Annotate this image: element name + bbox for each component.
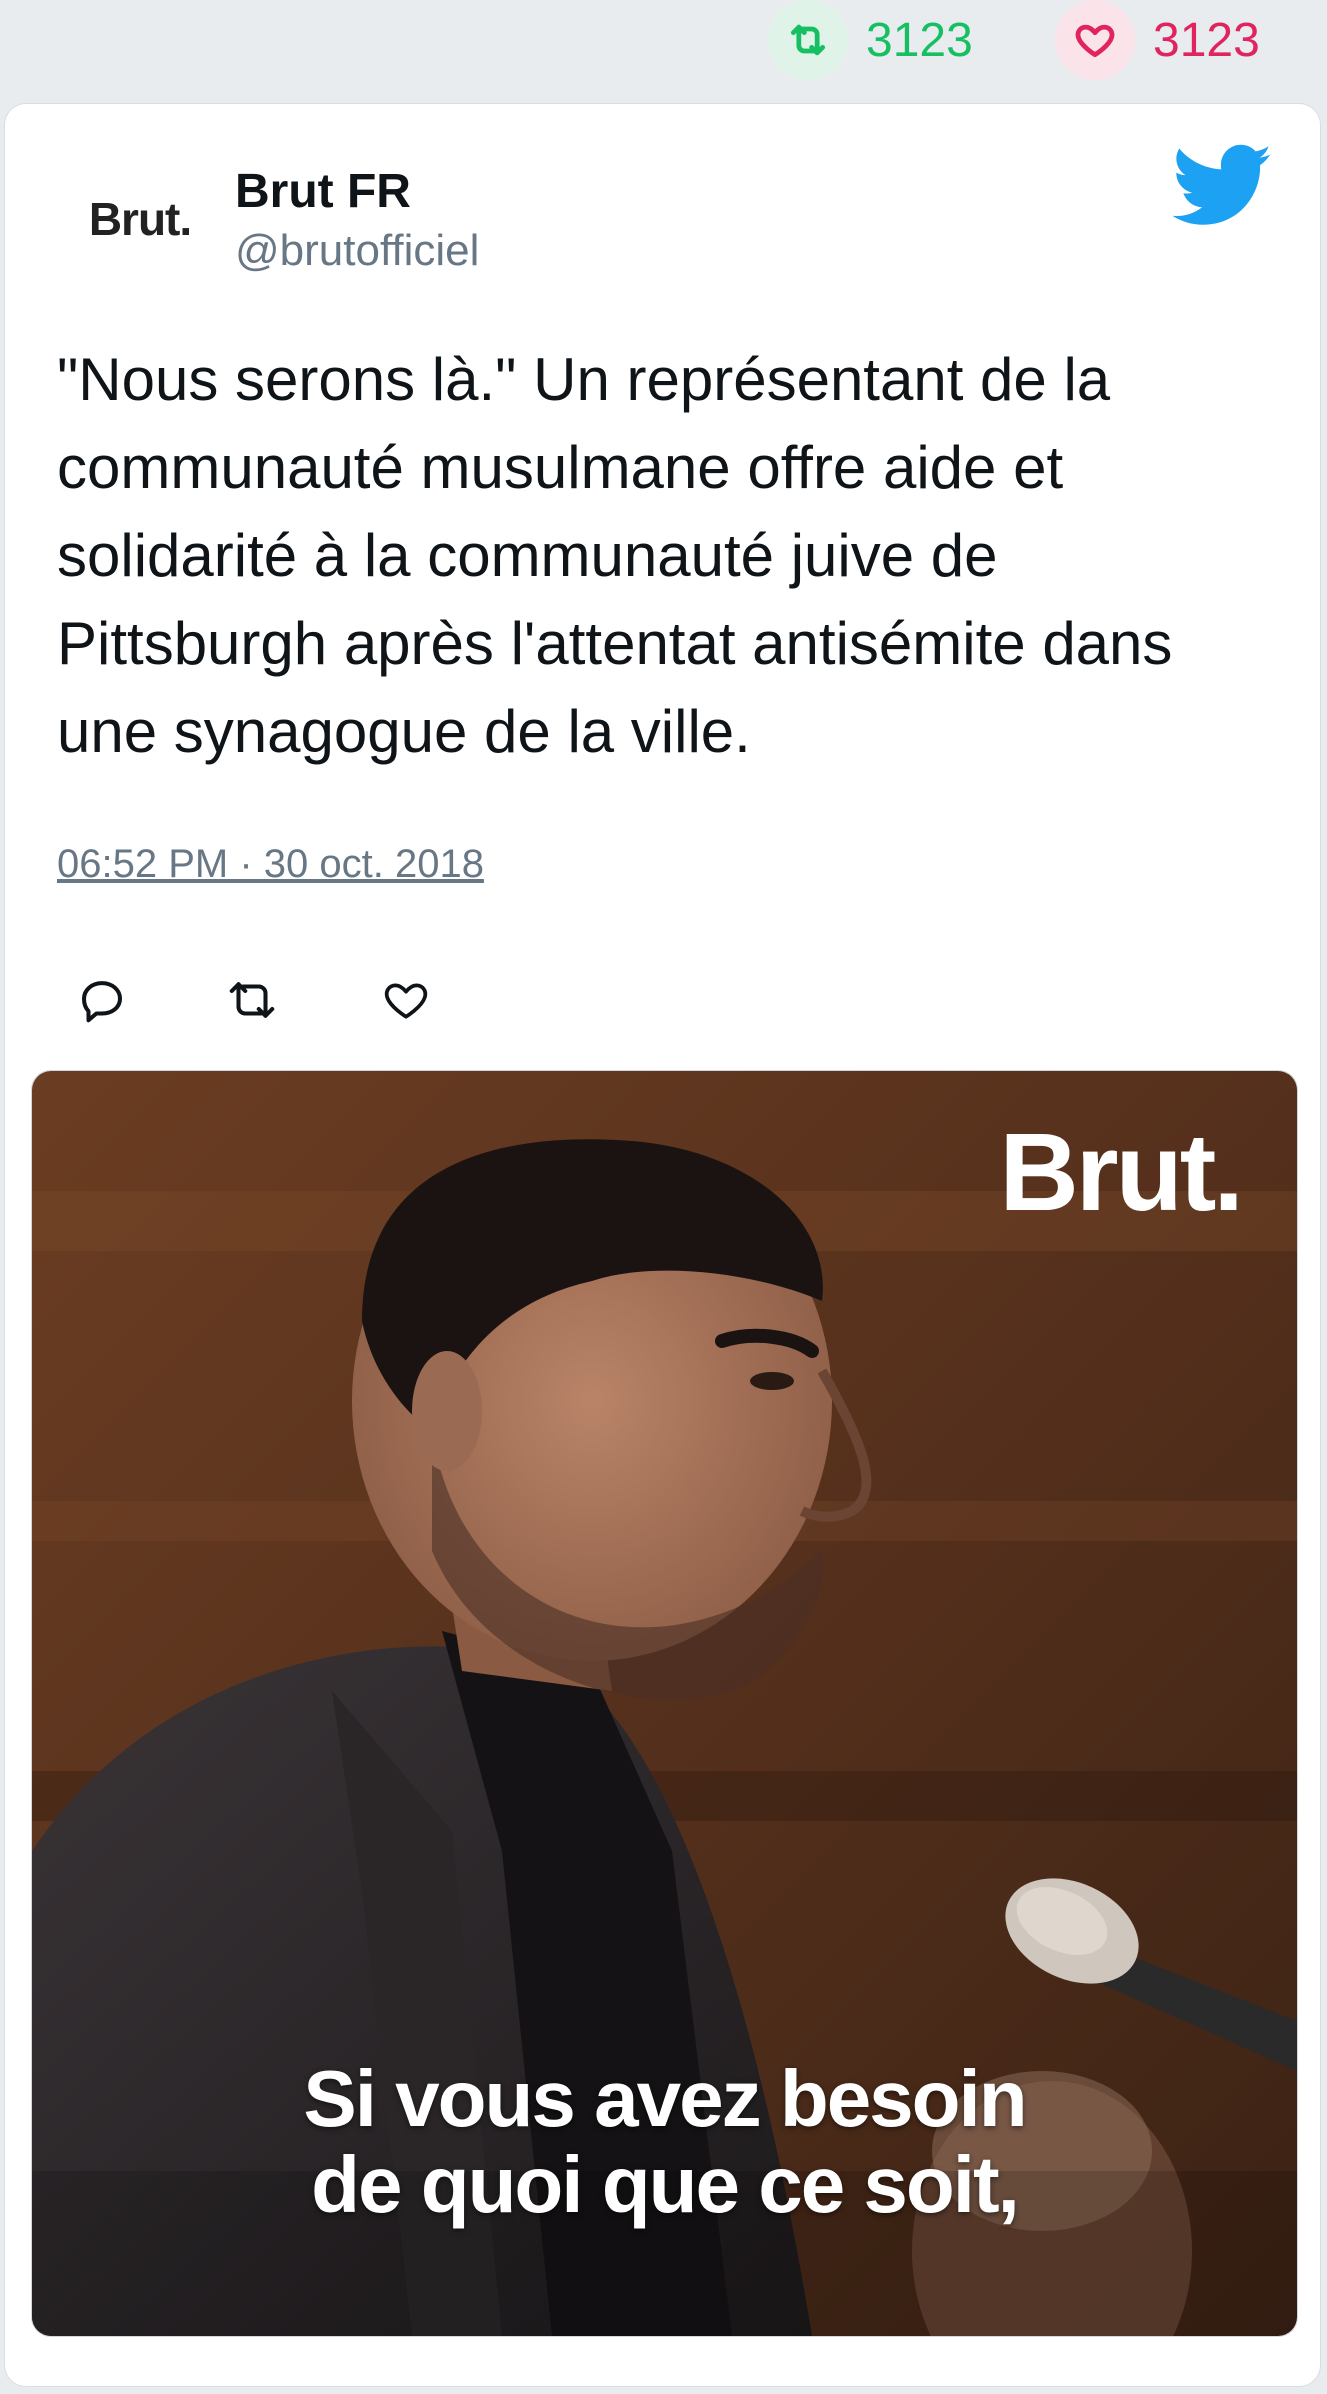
- video-caption-line-1: Si vous avez besoin: [303, 2054, 1027, 2143]
- retweet-button[interactable]: [207, 962, 297, 1042]
- like-button[interactable]: [361, 962, 451, 1042]
- tweet-text: "Nous serons là." Un représentant de la …: [57, 346, 1173, 765]
- user-name[interactable]: Brut FR: [235, 164, 411, 219]
- reply-button[interactable]: [57, 962, 147, 1042]
- avatar[interactable]: Brut.: [55, 154, 225, 284]
- avatar-logo-text: Brut.: [88, 193, 192, 245]
- heart-icon: [1055, 0, 1135, 80]
- twitter-bird-icon[interactable]: [1172, 144, 1273, 228]
- like-count: 3123: [1153, 13, 1260, 67]
- reply-icon: [75, 973, 129, 1032]
- user-handle[interactable]: @brutofficiel: [235, 226, 479, 276]
- like-count-stat[interactable]: 3123: [1055, 0, 1260, 80]
- video-brand-watermark: Brut.: [999, 1111, 1244, 1234]
- retweet-count: 3123: [866, 13, 973, 67]
- heart-icon: [379, 975, 433, 1030]
- retweet-icon: [768, 0, 848, 80]
- tweet-timestamp[interactable]: 06:52 PM · 30 oct. 2018: [57, 842, 484, 887]
- retweet-icon: [223, 973, 281, 1032]
- retweet-count-stat[interactable]: 3123: [768, 0, 973, 80]
- video-caption-line-2: de quoi que ce soit,: [311, 2140, 1020, 2229]
- tweet-card: Brut. Brut FR @brutofficiel "Nous serons…: [4, 103, 1321, 2387]
- tweet-media-video[interactable]: Brut. Si vous avez besoin de quoi que ce…: [31, 1070, 1298, 2337]
- engagement-stats-bar: 3123 3123: [0, 0, 1327, 100]
